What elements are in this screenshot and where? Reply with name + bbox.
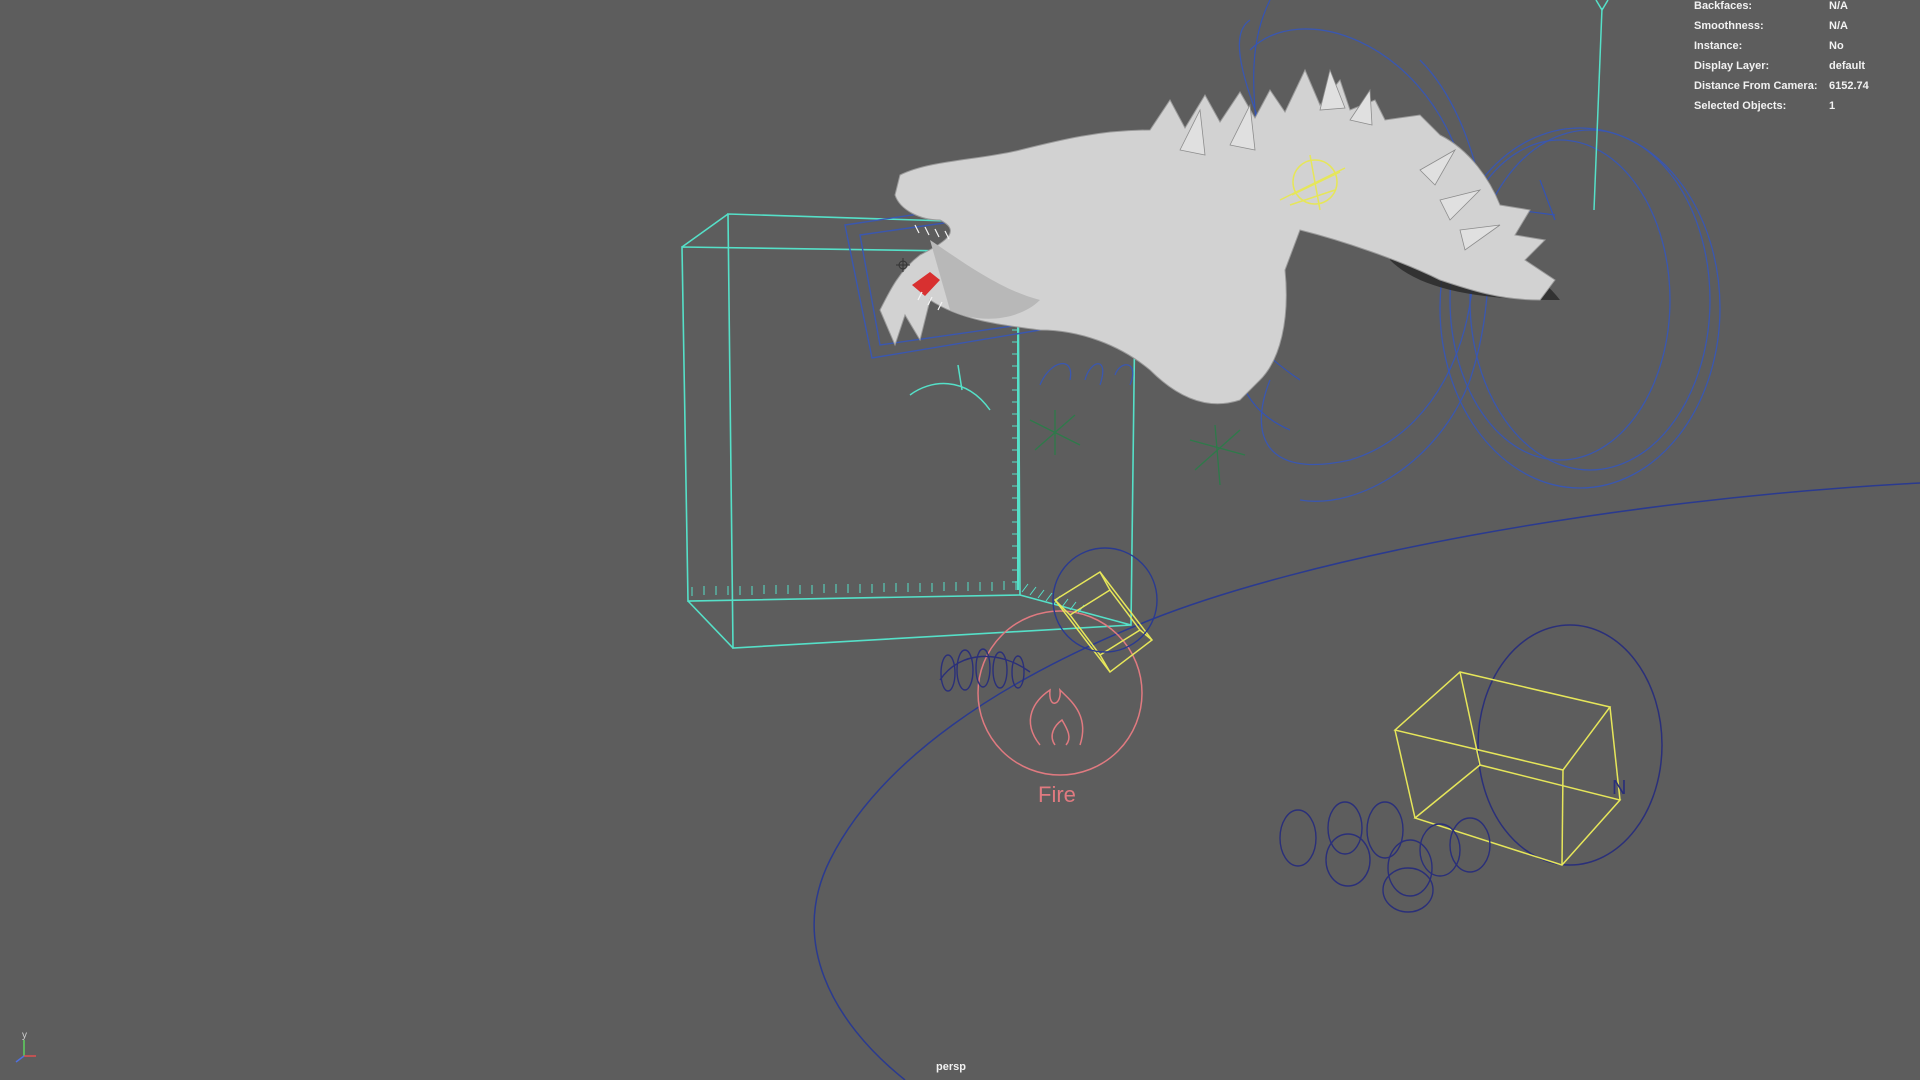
hud-label: Display Layer: [1694, 60, 1770, 72]
volume-sphere[interactable] [1052, 547, 1158, 653]
view-axis-gizmo: y [15, 1030, 36, 1063]
motion-path-curve[interactable] [813, 482, 1920, 1080]
hud-value: N/A [1829, 20, 1848, 32]
hud-label: Instance: [1694, 40, 1743, 52]
hud-row-selected-objects: Selected Objects: 1 [1694, 100, 1919, 120]
dragon-head-mesh[interactable] [879, 68, 1560, 405]
heads-up-display: Backfaces: N/A Smoothness: N/A Instance:… [1694, 0, 1919, 120]
hud-label: Smoothness: [1694, 20, 1764, 32]
field-squiggle [1039, 362, 1134, 386]
scene-canvas[interactable]: N Fire [0, 0, 1920, 1080]
hud-row-display-layer: Display Layer: default [1694, 60, 1919, 80]
hud-label: Distance From Camera: [1694, 80, 1818, 92]
maya-viewport[interactable]: N Fire Backfaces: N/A Smoothness: N/A In… [0, 0, 1920, 1080]
hud-row-backfaces: Backfaces: N/A [1694, 0, 1919, 20]
fire-emitter[interactable] [977, 610, 1143, 776]
hud-value: 1 [1829, 100, 1836, 112]
fire-label: Fire [1038, 782, 1076, 807]
hud-value: No [1829, 40, 1844, 52]
turbulence-loops-left[interactable] [939, 648, 1031, 692]
hud-value: 6152.74 [1829, 80, 1869, 92]
hud-label: Backfaces: [1694, 0, 1753, 12]
green-locators[interactable] [1029, 410, 1246, 486]
newton-field[interactable]: N [1393, 624, 1663, 866]
camera-name-label: persp [936, 1061, 966, 1073]
hud-row-smoothness: Smoothness: N/A [1694, 20, 1919, 40]
hud-row-instance: Instance: No [1694, 40, 1919, 60]
joint-spike[interactable] [1593, 0, 1609, 211]
fluid-grid-ticks [691, 325, 1085, 614]
cyan-arc [909, 382, 991, 411]
hud-row-distance-from-camera: Distance From Camera: 6152.74 [1694, 80, 1919, 100]
newton-label: N [1612, 777, 1626, 799]
hud-value: N/A [1829, 0, 1848, 12]
hud-label: Selected Objects: [1694, 100, 1787, 112]
turbulence-loops-right[interactable] [1279, 801, 1491, 913]
axis-y-label: y [22, 1030, 27, 1041]
volume-axis-cube[interactable] [1053, 571, 1154, 674]
hud-value: default [1829, 60, 1866, 72]
